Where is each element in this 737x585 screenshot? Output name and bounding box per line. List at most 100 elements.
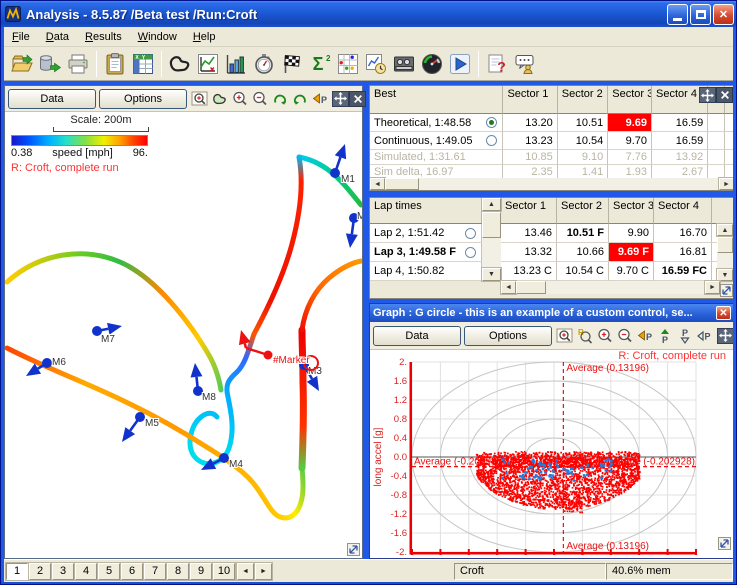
graph-data-button[interactable]: Data [373,326,461,346]
zoom-out-icon[interactable] [250,89,269,108]
feedback-icon[interactable] [511,50,539,78]
move-panel-icon[interactable] [717,328,734,344]
graph-options-button[interactable]: Options [464,326,552,346]
clipboard-icon[interactable] [101,50,129,78]
scroll-thumb[interactable] [482,212,501,238]
page-tab-4[interactable]: 4 [75,563,97,580]
row-label[interactable]: Theoretical, 1:48.58 [370,114,503,132]
lap-up-icon[interactable]: P [655,326,674,345]
table-row[interactable]: Lap 2, 1:51.4213.4610.51 F9.9016.70 [370,224,734,243]
play-icon[interactable] [446,50,474,78]
resize-grip-icon[interactable] [347,543,360,556]
scroll-thumb[interactable] [385,178,419,190]
column-header[interactable]: Sector 2 [558,86,608,114]
prev-lap-icon[interactable]: P [635,326,654,345]
open-icon[interactable] [8,50,36,78]
row-radio-button[interactable] [465,228,476,239]
time-chart-icon[interactable] [362,50,390,78]
scroll-left-icon[interactable]: ◄ [501,281,516,294]
finish-flag-icon[interactable] [278,50,306,78]
undo-icon[interactable] [290,89,309,108]
row-radio-button[interactable] [486,117,497,128]
help-icon[interactable]: ? [483,50,511,78]
page-tab-9[interactable]: 9 [190,563,212,580]
g-circle-plot[interactable]: R: Croft, complete run Average (0.13196)… [370,350,734,558]
row-label[interactable]: Lap 4, 1:50.82 [370,262,482,281]
video-icon[interactable] [390,50,418,78]
column-header[interactable]: Sector 4 [654,198,712,224]
track-marker-M1[interactable]: M1 [330,144,355,185]
zoom-track-icon[interactable] [210,89,229,108]
column-header[interactable]: Sector 3 [608,86,652,114]
table-row[interactable]: Simulated, 1:31.6110.859.107.7613.92 [370,150,734,165]
scroll-up-icon[interactable]: ▲ [482,198,501,211]
redo-icon[interactable] [270,89,289,108]
row-radio-button[interactable] [486,135,497,146]
page-tab-2[interactable]: 2 [29,563,51,580]
analysis-graph-icon[interactable] [194,50,222,78]
row-label[interactable]: Lap 2, 1:51.42 [370,224,482,243]
tabs-scroll-right-icon[interactable]: ► [255,563,272,580]
close-panel-icon[interactable] [716,87,733,103]
page-tab-10[interactable]: 10 [213,563,235,580]
minimize-button[interactable] [667,4,688,25]
track-marker-M2[interactable]: M2 [346,211,362,248]
menu-data[interactable]: Data [38,29,77,45]
best-hscrollbar[interactable]: ◄ ► [370,178,734,190]
graph-close-icon[interactable]: ✕ [716,306,731,320]
row-label[interactable]: Lap 3, 1:49.58 F [370,243,482,262]
move-panel-icon[interactable] [332,91,349,107]
track-marker-M7[interactable]: M7 [92,323,122,345]
xy-values-icon[interactable]: XY [129,50,157,78]
page-tab-8[interactable]: 8 [167,563,189,580]
close-button[interactable]: ✕ [713,4,734,25]
gauge-icon[interactable] [418,50,446,78]
page-tab-1[interactable]: 1 [6,563,28,580]
zoom-in-icon[interactable] [595,326,614,345]
column-header[interactable]: Sector 3 [609,198,654,224]
sum-sigma-icon[interactable]: Σ2 [306,50,334,78]
prev-lap-icon[interactable]: P [310,89,329,108]
print-icon[interactable] [64,50,92,78]
import-data-icon[interactable] [36,50,64,78]
lap-hscrollbar[interactable]: ◄ ► [501,281,720,294]
row-label[interactable]: Simulated, 1:31.61 [370,150,503,165]
channel-grid-icon[interactable] [334,50,362,78]
bar-chart-icon[interactable] [222,50,250,78]
row-radio-button[interactable] [465,247,476,258]
zoom-reset-icon[interactable]: R [575,326,594,345]
close-panel-icon[interactable] [349,91,366,107]
table-row[interactable]: Continuous, 1:49.0513.2310.549.7016.59 [370,132,734,150]
column-header[interactable]: Sector 2 [557,198,609,224]
menu-help[interactable]: Help [185,29,224,45]
page-tab-7[interactable]: 7 [144,563,166,580]
zoom-window-icon[interactable] [190,89,209,108]
scroll-right-icon[interactable]: ► [719,178,734,190]
lap-down-icon[interactable]: P [675,326,694,345]
map-data-button[interactable]: Data [8,89,96,109]
row-label[interactable]: Continuous, 1:49.05 [370,132,503,150]
maximize-button[interactable] [690,4,711,25]
graph-title-bar[interactable]: Graph : G circle - this is an example of… [370,304,734,322]
scroll-up-icon[interactable]: ▲ [717,224,733,236]
scroll-down-icon[interactable]: ▼ [717,269,733,281]
lap-select-icon[interactable]: P [695,326,714,345]
zoom-in-icon[interactable] [230,89,249,108]
tabs-scroll-left-icon[interactable]: ◄ [237,563,254,580]
table-row[interactable]: Theoretical, 1:48.5813.2010.519.6916.59 [370,114,734,132]
scroll-thumb[interactable] [717,237,733,253]
page-tab-3[interactable]: 3 [52,563,74,580]
table-row[interactable]: Lap 4, 1:50.8213.23 C10.54 C9.70 C16.59 … [370,262,734,281]
stopwatch-icon[interactable] [250,50,278,78]
table-row[interactable]: Lap 3, 1:49.58 F13.3210.669.69 F16.81 [370,243,734,262]
scroll-down-icon[interactable]: ▼ [482,268,501,281]
menu-file[interactable]: File [4,29,38,45]
move-panel-icon[interactable] [699,87,716,103]
track-map-canvas[interactable]: M1M2M3M4M5M6M7M8#Marker [5,112,362,558]
zoom-window-icon[interactable] [555,326,574,345]
scroll-thumb[interactable] [516,281,546,294]
scroll-left-icon[interactable]: ◄ [370,178,385,190]
resize-grip-icon[interactable] [720,284,733,297]
track-marker-M8[interactable]: M8 [191,363,217,403]
page-tab-5[interactable]: 5 [98,563,120,580]
